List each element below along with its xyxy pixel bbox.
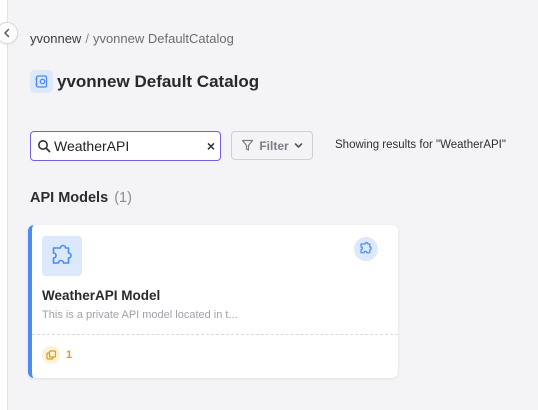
api-model-type-icon: [354, 237, 378, 261]
filter-label: Filter: [259, 138, 289, 153]
breadcrumb-item-user[interactable]: yvonnew: [30, 31, 81, 46]
card-divider: [32, 334, 398, 335]
section-heading: API Models (1): [30, 190, 132, 206]
page-title: yvonnew Default Catalog: [57, 71, 260, 91]
filter-icon: [242, 139, 254, 151]
card-description: This is a private API model located in t…: [42, 309, 238, 321]
left-sidebar-strip: [0, 0, 8, 410]
breadcrumb: yvonnew / yvonnew DefaultCatalog: [30, 31, 234, 46]
filter-button[interactable]: Filter: [231, 131, 313, 160]
results-summary: Showing results for "WeatherAPI": [335, 139, 506, 151]
section-count: (1): [114, 190, 132, 206]
breadcrumb-item-catalog[interactable]: yvonnew DefaultCatalog: [93, 31, 234, 46]
card-footer: 1: [42, 346, 72, 364]
collapse-sidebar-button[interactable]: [0, 22, 18, 44]
chevron-left-icon: [4, 28, 10, 38]
chevron-down-icon: [294, 143, 302, 148]
puzzle-icon: [42, 236, 82, 276]
page-header: yvonnew Default Catalog: [30, 70, 259, 93]
search-icon: [38, 140, 51, 153]
versions-icon: [42, 346, 60, 364]
section-title: API Models: [30, 190, 109, 206]
search-field[interactable]: ×: [30, 131, 221, 161]
breadcrumb-separator: /: [85, 31, 89, 46]
api-model-card[interactable]: WeatherAPI Model This is a private API m…: [28, 225, 398, 378]
clear-search-button[interactable]: ×: [207, 137, 215, 155]
search-input[interactable]: [54, 138, 194, 154]
card-title[interactable]: WeatherAPI Model: [42, 288, 160, 303]
version-count: 1: [66, 349, 73, 361]
catalog-icon: [30, 70, 53, 93]
